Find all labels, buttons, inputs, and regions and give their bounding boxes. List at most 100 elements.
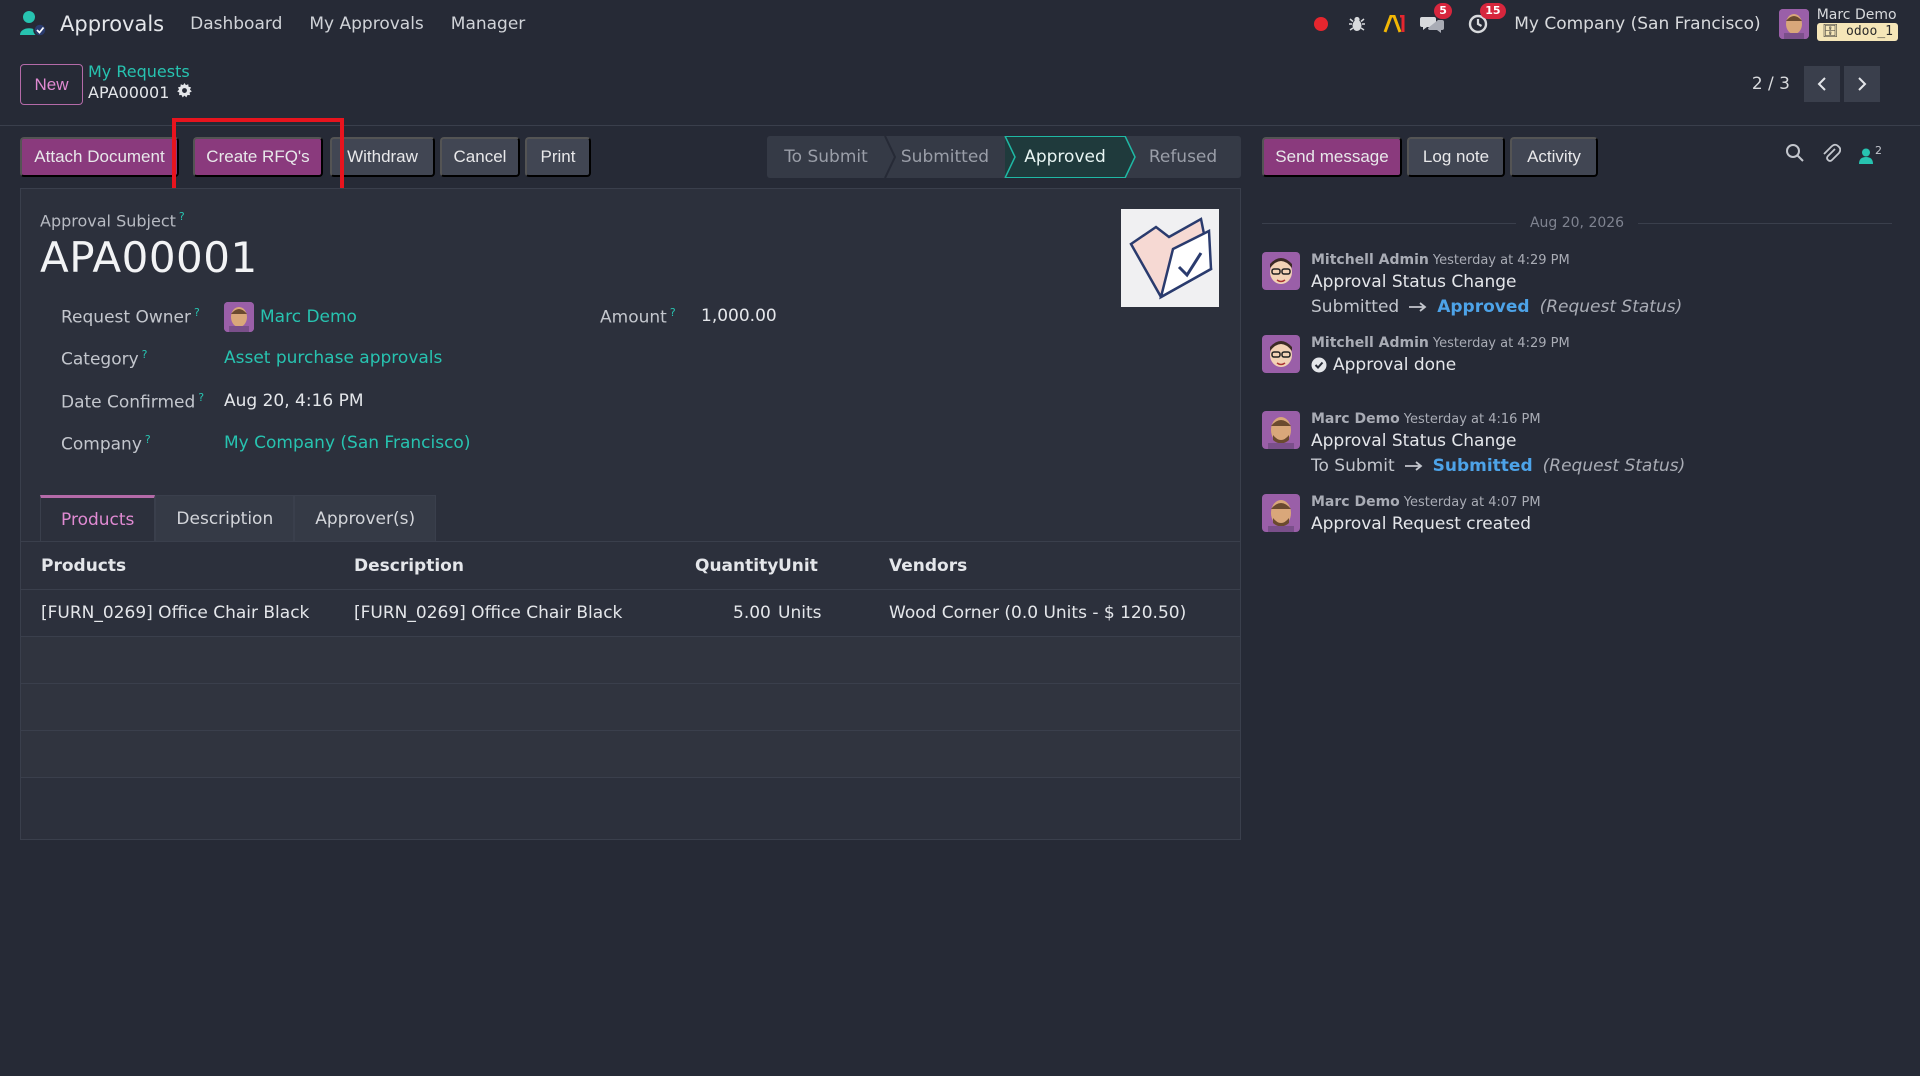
mitchell-admin-avatar[interactable] (1262, 335, 1300, 373)
record-title[interactable]: APA00001 (40, 233, 258, 282)
activities-badge: 15 (1480, 3, 1506, 19)
request-owner-label: Request Owner? (61, 306, 200, 328)
user-menu[interactable]: Marc Demo 🗄 odoo_1 (1778, 7, 1898, 41)
main-menu: Dashboard My Approvals Manager (190, 14, 525, 34)
cancel-button[interactable]: Cancel (440, 137, 520, 177)
status-bar-arrows (884, 136, 1136, 178)
app-brand[interactable]: Approvals (18, 9, 164, 39)
request-owner-field[interactable]: Marc Demo (224, 302, 357, 332)
top-navbar: Approvals Dashboard My Approvals Manager (0, 0, 1920, 48)
pager-next-button[interactable] (1844, 66, 1880, 102)
company-label: Company? (61, 433, 151, 455)
cell-product: [FURN_0269] Office Chair Black (41, 603, 310, 623)
record-icon[interactable] (1310, 13, 1332, 35)
breadcrumb: My Requests APA00001 (88, 62, 193, 102)
owner-avatar (224, 302, 254, 332)
chevron-left-icon (1817, 77, 1826, 91)
table-row[interactable]: [FURN_0269] Office Chair Black [FURN_026… (21, 590, 1240, 637)
products-table: Products Description Quantity Unit Vendo… (21, 542, 1240, 778)
column-unit[interactable]: Unit (778, 542, 818, 589)
approvals-app-icon (18, 9, 48, 39)
breadcrumb-current: APA00001 (88, 83, 193, 102)
date-separator: Aug 20, 2026 (1262, 213, 1893, 233)
message-date: Yesterday at 4:16 PM (1403, 412, 1541, 427)
message-date: Yesterday at 4:29 PM (1432, 336, 1570, 351)
menu-manager[interactable]: Manager (451, 14, 526, 34)
column-vendors[interactable]: Vendors (889, 542, 967, 589)
user-avatar (1778, 9, 1809, 39)
paperclip-icon[interactable] (1821, 143, 1842, 168)
breadcrumb-my-requests[interactable]: My Requests (88, 62, 192, 82)
record-image[interactable] (1121, 209, 1219, 307)
category-label: Category? (61, 348, 148, 370)
company-link[interactable]: My Company (San Francisco) (224, 433, 470, 453)
message-date: Yesterday at 4:29 PM (1432, 253, 1570, 268)
pager-value[interactable]: 2 / 3 (1752, 74, 1790, 94)
table-row-empty (21, 637, 1240, 684)
debug-bug-icon[interactable] (1346, 13, 1368, 35)
cell-unit: Units (778, 603, 822, 623)
activity-clock-icon[interactable]: 15 (1466, 3, 1506, 35)
message-text: Approval Request created (1311, 514, 1532, 534)
attach-document-button[interactable]: Attach Document (20, 137, 179, 177)
approval-subject-label: Approval Subject? (40, 210, 185, 231)
activity-button[interactable]: Activity (1510, 137, 1598, 177)
message-text: Approval Status Change (1311, 431, 1517, 451)
followers-count: 2 (1875, 143, 1882, 157)
tab-description[interactable]: Description (155, 495, 295, 542)
pager: 2 / 3 (1752, 66, 1880, 102)
column-quantity[interactable]: Quantity (695, 542, 778, 589)
tab-products[interactable]: Products (40, 495, 156, 542)
search-icon[interactable] (1785, 143, 1805, 168)
log-note-button[interactable]: Log note (1407, 137, 1505, 177)
chevron-right-icon (1858, 77, 1867, 91)
folder-check-icon (1121, 209, 1219, 307)
send-message-button[interactable]: Send message (1262, 137, 1402, 177)
message-author[interactable]: Mitchell Admin (1311, 252, 1429, 268)
table-header: Products Description Quantity Unit Vendo… (21, 542, 1240, 590)
user-name: Marc Demo (1816, 7, 1897, 23)
systray: 5 15 My Company (San Francisco) Marc Dem… (1310, 0, 1920, 48)
arrow-right-icon (1404, 461, 1423, 471)
cell-description: [FURN_0269] Office Chair Black (354, 603, 623, 623)
notebook-tabs: Products Description Approver(s) (40, 495, 437, 542)
category-link[interactable]: Asset purchase approvals (224, 348, 442, 368)
app-title: Approvals (60, 12, 165, 36)
ai-icon[interactable] (1382, 13, 1406, 35)
withdraw-button[interactable]: Withdraw (330, 137, 435, 177)
column-description[interactable]: Description (354, 542, 464, 589)
chatter-tools: 2 (1785, 143, 1882, 168)
arrow-right-icon (1409, 302, 1427, 312)
date-confirmed-label: Date Confirmed? (61, 391, 205, 413)
new-button[interactable]: New (20, 64, 83, 105)
column-products[interactable]: Products (41, 542, 126, 589)
create-rfqs-button[interactable]: Create RFQ's (193, 137, 323, 177)
menu-dashboard[interactable]: Dashboard (190, 14, 282, 34)
mitchell-admin-avatar[interactable] (1262, 252, 1300, 290)
messages-icon[interactable]: 5 (1420, 3, 1452, 35)
messages-badge: 5 (1434, 3, 1452, 19)
message-text: Approval Status Change (1311, 272, 1517, 292)
gear-icon[interactable] (177, 83, 193, 102)
tracking-value: To Submit Submitted (Request Status) (1311, 456, 1686, 476)
print-button[interactable]: Print (525, 137, 591, 177)
control-panel: New My Requests APA00001 2 / 3 (0, 48, 1920, 126)
marc-demo-avatar[interactable] (1262, 494, 1300, 532)
message-author[interactable]: Mitchell Admin (1311, 335, 1429, 351)
company-switcher[interactable]: My Company (San Francisco) (1514, 14, 1760, 34)
amount-value[interactable]: 1,000.00 (701, 306, 777, 326)
menu-my-approvals[interactable]: My Approvals (309, 14, 423, 34)
tab-approvers[interactable]: Approver(s) (294, 495, 437, 542)
message-author[interactable]: Marc Demo (1311, 494, 1400, 510)
message-text: Approval done (1311, 355, 1871, 375)
amount-label: Amount? (600, 306, 676, 328)
date-confirmed-value[interactable]: Aug 20, 4:16 PM (224, 391, 364, 411)
pager-previous-button[interactable] (1804, 66, 1840, 102)
check-circle-icon (1311, 357, 1327, 373)
message-date: Yesterday at 4:07 PM (1403, 495, 1541, 510)
follower-user-icon (1859, 148, 1873, 164)
message-author[interactable]: Marc Demo (1311, 411, 1400, 427)
marc-demo-avatar[interactable] (1262, 411, 1300, 449)
followers-button[interactable]: 2 (1859, 144, 1882, 164)
cell-vendor: Wood Corner (0.0 Units - $ 120.50) (889, 603, 1187, 623)
